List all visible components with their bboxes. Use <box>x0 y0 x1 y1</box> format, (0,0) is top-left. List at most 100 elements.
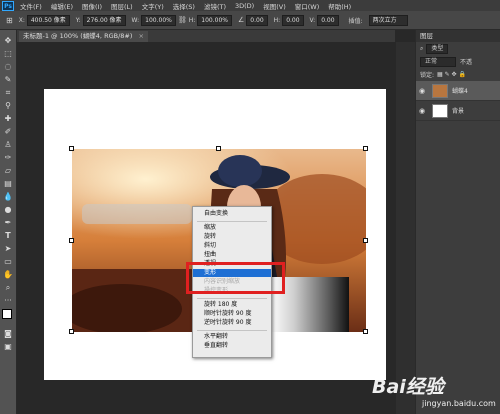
transform-handle-middle-left[interactable] <box>69 238 74 243</box>
close-tab-icon[interactable]: × <box>138 32 143 40</box>
layers-panel-title[interactable]: 图层 <box>416 30 500 42</box>
menu-filter[interactable]: 滤镜(T) <box>204 1 226 11</box>
v-skew-label: V: <box>309 16 316 24</box>
photoshop-logo: Ps <box>2 0 14 11</box>
menu-help[interactable]: 帮助(H) <box>328 1 351 11</box>
link-icon[interactable]: ⛓ <box>178 16 187 24</box>
menu-image[interactable]: 图像(I) <box>82 1 102 11</box>
layer-filter-row: ⌕ 类型 <box>416 42 500 55</box>
transform-handle-top-right[interactable] <box>363 146 368 151</box>
menu-window[interactable]: 窗口(W) <box>295 1 320 11</box>
eyedropper-tool-icon[interactable]: ⚲ <box>0 99 16 112</box>
reference-point-icon[interactable]: ⊞ <box>6 16 13 25</box>
pen-tool-icon[interactable]: ✒ <box>0 216 16 229</box>
hand-tool-icon[interactable]: ✋ <box>0 268 16 281</box>
blend-mode-select[interactable]: 正常 <box>420 56 457 67</box>
layers-panel: 图层 ⌕ 类型 正常 不透 锁定: ▦ ✎ ✥ 🔒 ◉ 蝴蝶4 ◉ 背景 <box>415 30 500 414</box>
visibility-eye-icon[interactable]: ◉ <box>416 87 428 95</box>
dodge-tool-icon[interactable]: ● <box>0 203 16 216</box>
menu-item-rotate-90-ccw[interactable]: 逆时针旋转 90 度 <box>193 319 271 327</box>
history-brush-tool-icon[interactable]: ✑ <box>0 151 16 164</box>
width-field[interactable]: 100.00% <box>141 14 176 26</box>
menu-layer[interactable]: 图层(L) <box>111 1 133 11</box>
rectangle-tool-icon[interactable]: ▭ <box>0 255 16 268</box>
h-skew-label: H: <box>273 16 281 24</box>
transform-handle-bottom-right[interactable] <box>363 329 368 334</box>
document-tab[interactable]: 未标题-1 @ 100% (蝴蝶4, RGB/8#) × <box>19 31 148 42</box>
tools-panel: ✥ ⬚ ◌ ✎ ⌗ ⚲ ✚ ✐ ♙ ✑ ▱ ▤ 💧 ● ✒ T ➤ ▭ ✋ ⌕ … <box>0 30 17 414</box>
annotation-highlight-box <box>186 262 285 294</box>
eraser-tool-icon[interactable]: ▱ <box>0 164 16 177</box>
foreground-color-swatch[interactable] <box>2 309 12 319</box>
menu-item-scale[interactable]: 缩放 <box>193 224 271 232</box>
quick-mask-icon[interactable]: ◙ <box>0 327 16 340</box>
menu-item-free-transform[interactable]: 自由变换 <box>193 210 271 218</box>
transform-handle-bottom-left[interactable] <box>69 329 74 334</box>
more-tools-icon[interactable]: ··· <box>0 294 16 307</box>
layer-row-background[interactable]: ◉ 背景 <box>416 101 500 121</box>
filter-search-icon: ⌕ <box>420 44 424 52</box>
menu-item-rotate-180[interactable]: 旋转 180 度 <box>193 301 271 309</box>
interpolation-label: 插值: <box>348 17 363 25</box>
menu-edit[interactable]: 编辑(E) <box>51 1 73 11</box>
menu-bar: Ps 文件(F) 编辑(E) 图像(I) 图层(L) 文字(Y) 选择(S) 滤… <box>0 0 500 11</box>
move-tool-icon[interactable]: ✥ <box>0 34 16 47</box>
x-field[interactable]: 400.50 像素 <box>26 14 70 26</box>
path-select-tool-icon[interactable]: ➤ <box>0 242 16 255</box>
menu-separator <box>197 298 267 299</box>
v-skew-field[interactable]: 0.00 <box>317 14 339 26</box>
layer-name: 蝴蝶4 <box>452 88 468 95</box>
y-label: Y: <box>75 16 81 24</box>
crop-tool-icon[interactable]: ⌗ <box>0 86 16 99</box>
menu-item-flip-horizontal[interactable]: 水平翻转 <box>193 333 271 341</box>
transform-handle-top-left[interactable] <box>69 146 74 151</box>
menu-type[interactable]: 文字(Y) <box>142 1 164 11</box>
angle-field[interactable]: 0.00 <box>246 14 268 26</box>
layer-row-selected[interactable]: ◉ 蝴蝶4 <box>416 81 500 101</box>
lock-label: 锁定: <box>420 72 435 79</box>
screen-mode-icon[interactable]: ▣ <box>0 340 16 353</box>
clone-stamp-tool-icon[interactable]: ♙ <box>0 138 16 151</box>
x-label: X: <box>18 16 25 24</box>
watermark-brand: Bai经验 <box>372 376 444 398</box>
menu-3d[interactable]: 3D(D) <box>235 2 254 10</box>
menu-item-rotate-90-cw[interactable]: 顺时针旋转 90 度 <box>193 310 271 318</box>
menu-item-skew[interactable]: 斜切 <box>193 242 271 250</box>
lasso-tool-icon[interactable]: ◌ <box>0 60 16 73</box>
healing-brush-tool-icon[interactable]: ✚ <box>0 112 16 125</box>
menu-view[interactable]: 视图(V) <box>263 1 286 11</box>
menu-item-distort[interactable]: 扭曲 <box>193 251 271 259</box>
transform-handle-top-center[interactable] <box>216 146 221 151</box>
brush-tool-icon[interactable]: ✐ <box>0 125 16 138</box>
menu-separator <box>197 330 267 331</box>
baidu-jingyan-watermark: Bai经验 jingyan.baidu.com <box>372 372 498 412</box>
height-field[interactable]: 100.00% <box>197 14 232 26</box>
blend-row: 正常 不透 <box>416 55 500 68</box>
marquee-tool-icon[interactable]: ⬚ <box>0 47 16 60</box>
angle-icon: ∠ <box>238 16 245 24</box>
layer-filter-select[interactable]: 类型 <box>426 43 449 54</box>
lock-row: 锁定: ▦ ✎ ✥ 🔒 <box>416 68 500 81</box>
blur-tool-icon[interactable]: 💧 <box>0 190 16 203</box>
w-label: W: <box>131 16 140 24</box>
layer-name: 背景 <box>452 108 465 115</box>
menu-select[interactable]: 选择(S) <box>173 1 195 11</box>
menu-file[interactable]: 文件(F) <box>20 1 42 11</box>
zoom-tool-icon[interactable]: ⌕ <box>0 281 16 294</box>
interpolation-select[interactable]: 两次立方 <box>368 14 408 26</box>
transform-handle-middle-right[interactable] <box>363 238 368 243</box>
menu-item-flip-vertical[interactable]: 垂直翻转 <box>193 342 271 350</box>
gradient-tool-icon[interactable]: ▤ <box>0 177 16 190</box>
watermark-url: jingyan.baidu.com <box>422 399 496 408</box>
lock-icons[interactable]: ▦ ✎ ✥ 🔒 <box>437 71 466 78</box>
layer-thumbnail <box>432 103 448 118</box>
options-bar: ⊞ X: 400.50 像素 Y: 276.00 像素 W: 100.00% ⛓… <box>0 11 500 30</box>
menu-item-rotate[interactable]: 旋转 <box>193 233 271 241</box>
type-tool-icon[interactable]: T <box>0 229 16 242</box>
h-skew-field[interactable]: 0.00 <box>282 14 304 26</box>
panel-icon-strip <box>396 42 415 414</box>
y-field[interactable]: 276.00 像素 <box>82 14 126 26</box>
color-swatches[interactable] <box>0 307 16 327</box>
quick-select-tool-icon[interactable]: ✎ <box>0 73 16 86</box>
visibility-eye-icon[interactable]: ◉ <box>416 107 428 115</box>
